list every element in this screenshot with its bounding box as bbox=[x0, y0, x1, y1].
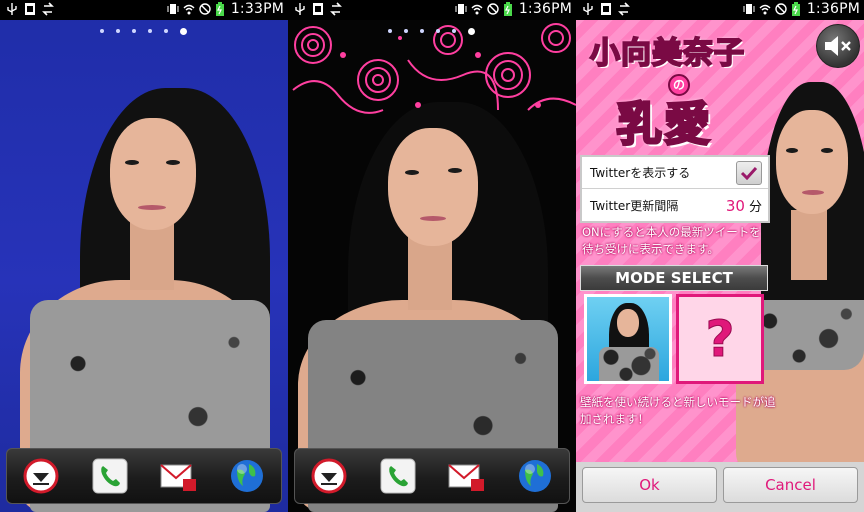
page-dot[interactable] bbox=[436, 29, 440, 33]
speaker-muted-icon bbox=[825, 36, 851, 56]
storage-icon bbox=[312, 2, 324, 16]
page-dot-active[interactable] bbox=[180, 28, 187, 35]
sync-icon bbox=[618, 2, 630, 16]
twitter-settings: Twitterを表示する Twitter更新間隔 30 分 bbox=[580, 155, 770, 223]
page-dot-active[interactable] bbox=[468, 28, 475, 35]
twitter-note: ONにすると本人の最新ツイートを待ち受けに表示できます。 bbox=[582, 225, 761, 256]
mode-thumbnail-locked[interactable]: ? bbox=[676, 294, 764, 384]
twitter-interval-label: Twitter更新間隔 bbox=[590, 198, 679, 213]
homescreen-wallpaper-blue: 1:33PM bbox=[0, 0, 288, 512]
mail-button[interactable] bbox=[158, 456, 198, 496]
browser-button[interactable] bbox=[515, 456, 555, 496]
rose-pattern-decoration bbox=[292, 23, 576, 114]
mode-thumbnail-1[interactable] bbox=[584, 294, 672, 384]
usb-icon bbox=[582, 2, 594, 16]
wallpaper-settings-screen: 1:36PM 小向美奈子 の 乳愛 Twitterを表示する Twitter更新… bbox=[576, 0, 864, 512]
ok-button[interactable]: Ok bbox=[582, 467, 717, 503]
page-dot[interactable] bbox=[404, 29, 408, 33]
clock: 1:33PM bbox=[230, 1, 284, 17]
wifi-icon bbox=[759, 2, 771, 16]
phone-button[interactable] bbox=[90, 456, 130, 496]
browser-icon bbox=[518, 460, 551, 492]
usb-icon bbox=[294, 2, 306, 16]
page-dot[interactable] bbox=[100, 29, 104, 33]
vibrate-icon bbox=[743, 2, 755, 16]
page-dot[interactable] bbox=[164, 29, 168, 33]
status-bar: 1:33PM bbox=[0, 0, 288, 20]
battery-icon bbox=[791, 2, 803, 16]
mail-icon bbox=[160, 464, 197, 491]
phone-icon bbox=[92, 458, 128, 494]
logo-name: 小向美奈子 bbox=[589, 35, 745, 72]
logo-title: 乳愛 bbox=[615, 96, 712, 153]
twitter-interval-row[interactable]: Twitter更新間隔 30 分 bbox=[582, 189, 768, 221]
usb-icon bbox=[6, 2, 18, 16]
mute-button[interactable] bbox=[816, 24, 860, 68]
twitter-show-label: Twitterを表示する bbox=[590, 166, 691, 180]
storage-icon bbox=[24, 2, 36, 16]
browser-button[interactable] bbox=[227, 456, 267, 496]
mode-thumbnail-model bbox=[587, 297, 669, 381]
app-dock bbox=[6, 448, 282, 504]
cancel-button[interactable]: Cancel bbox=[723, 467, 858, 503]
storage-icon bbox=[600, 2, 612, 16]
drawer-icon bbox=[311, 458, 347, 494]
no-signal-icon bbox=[199, 2, 211, 16]
wifi-icon bbox=[471, 2, 483, 16]
app-drawer-button[interactable] bbox=[309, 456, 349, 496]
page-dot[interactable] bbox=[420, 29, 424, 33]
vibrate-icon bbox=[455, 2, 467, 16]
wifi-icon bbox=[183, 2, 195, 16]
locked-mode-question: ? bbox=[705, 310, 735, 369]
twitter-interval-unit: 分 bbox=[748, 199, 762, 215]
no-signal-icon bbox=[775, 2, 787, 16]
app-dock bbox=[294, 448, 570, 504]
twitter-show-row[interactable]: Twitterを表示する bbox=[582, 157, 768, 189]
page-dot[interactable] bbox=[132, 29, 136, 33]
no-signal-icon bbox=[487, 2, 499, 16]
clock: 1:36PM bbox=[518, 1, 572, 17]
homescreen-wallpaper-roses: 1:36PM bbox=[288, 0, 576, 512]
phone-icon bbox=[380, 458, 416, 494]
page-indicator[interactable] bbox=[100, 28, 187, 35]
vibrate-icon bbox=[167, 2, 179, 16]
page-dot[interactable] bbox=[148, 29, 152, 33]
phone-button[interactable] bbox=[378, 456, 418, 496]
page-dot[interactable] bbox=[388, 29, 392, 33]
status-bar: 1:36PM bbox=[288, 0, 576, 20]
drawer-icon bbox=[23, 458, 59, 494]
battery-icon bbox=[503, 2, 515, 16]
battery-icon bbox=[215, 2, 227, 16]
mail-button[interactable] bbox=[446, 456, 486, 496]
app-logo: 小向美奈子 の 乳愛 bbox=[582, 26, 754, 153]
sync-icon bbox=[330, 2, 342, 16]
mail-icon bbox=[448, 464, 485, 491]
page-dot[interactable] bbox=[452, 29, 456, 33]
browser-icon bbox=[230, 460, 263, 492]
page-dot[interactable] bbox=[116, 29, 120, 33]
twitter-interval-value[interactable]: 30 bbox=[726, 197, 745, 215]
wallpaper-model bbox=[0, 0, 288, 512]
dialog-button-bar: Ok Cancel bbox=[576, 462, 864, 512]
mode-select-header: MODE SELECT bbox=[580, 265, 768, 291]
clock: 1:36PM bbox=[806, 1, 860, 17]
mode-note: 壁紙を使い続けると新しいモードが追加されます！ bbox=[580, 395, 776, 426]
twitter-show-checkbox[interactable] bbox=[736, 160, 762, 185]
app-drawer-button[interactable] bbox=[21, 456, 61, 496]
check-icon bbox=[740, 166, 758, 180]
sync-icon bbox=[42, 2, 54, 16]
status-bar: 1:36PM bbox=[576, 0, 864, 20]
page-indicator[interactable] bbox=[388, 28, 475, 35]
